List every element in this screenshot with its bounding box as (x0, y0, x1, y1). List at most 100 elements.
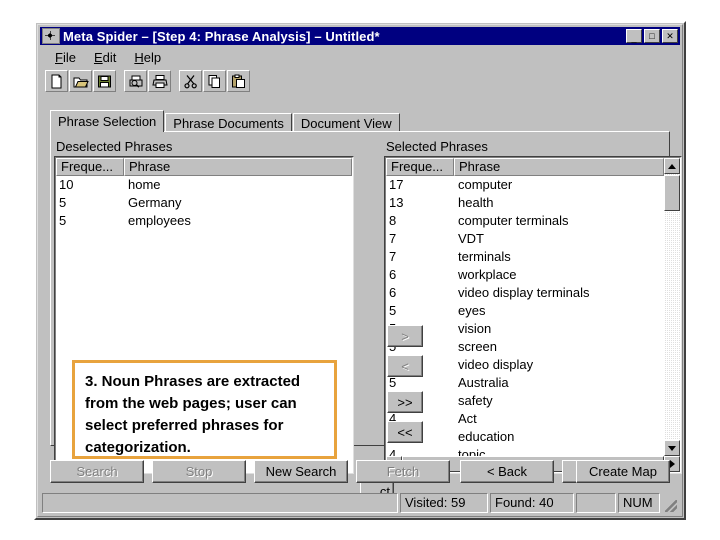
new-search-button[interactable]: New Search (254, 460, 348, 483)
selected-list-body: 17 computer 13 health 8 computer terminals … (386, 176, 664, 456)
search-button[interactable]: Search (50, 460, 144, 483)
selected-list-header: Freque... Phrase (386, 158, 664, 176)
back-button[interactable]: < Back (460, 460, 554, 483)
menu-bar: File Edit Help (40, 47, 680, 67)
table-row[interactable]: 5 employees (56, 212, 352, 230)
wizard-button-bar: Search Stop New Search Fetch < Back Next… (50, 460, 670, 484)
cell-frequency: 17 (389, 177, 404, 192)
table-row[interactable]: 4 topic (386, 446, 664, 456)
column-header-phrase[interactable]: Phrase (454, 158, 664, 176)
maximize-button[interactable]: □ (644, 29, 660, 43)
cell-phrase: topic (458, 447, 486, 456)
table-row[interactable]: 5 Australia (386, 374, 664, 392)
column-header-phrase[interactable]: Phrase (124, 158, 352, 176)
tab-phrase-documents[interactable]: Phrase Documents (165, 113, 292, 132)
paste-icon[interactable] (227, 70, 250, 92)
tab-phrase-selection[interactable]: Phrase Selection (50, 110, 165, 132)
table-row[interactable]: 4education (386, 428, 664, 446)
create-map-button[interactable]: Create Map (576, 460, 670, 483)
table-row[interactable]: 10 home (56, 176, 352, 194)
table-row[interactable]: 5video display (386, 356, 664, 374)
stop-button[interactable]: Stop (152, 460, 246, 483)
cell-frequency: 6 (389, 267, 397, 282)
cell-frequency: 7 (389, 231, 397, 246)
print-preview-icon[interactable] (124, 70, 147, 92)
cell-frequency: 5 (59, 213, 67, 228)
toolbar-file-group (45, 70, 117, 92)
copy-icon[interactable] (203, 70, 226, 92)
table-row[interactable]: 8 computer terminals (386, 212, 664, 230)
cell-frequency: 5 (389, 303, 397, 318)
table-row[interactable]: 7 VDT (386, 230, 664, 248)
move-all-right-button[interactable]: >> (387, 391, 423, 413)
toolbar-print-group (124, 70, 172, 92)
cell-phrase: vision (458, 321, 492, 336)
search-button-label: Search (76, 464, 118, 479)
new-document-icon[interactable] (45, 70, 68, 92)
transfer-button-group: > < >> << (387, 325, 423, 451)
cell-phrase: Germany (128, 195, 182, 210)
close-icon: ✕ (666, 31, 674, 41)
selected-list-inner: Freque... Phrase 17 computer 13 health 8 co… (385, 157, 681, 473)
table-row[interactable]: 5vision (386, 320, 664, 338)
selected-phrases-label: Selected Phrases (386, 139, 488, 154)
selected-phrases-listview[interactable]: Freque... Phrase 17 computer 13 health 8 co… (384, 156, 682, 474)
window-title: Meta Spider – [Step 4: Phrase Analysis] … (63, 28, 380, 44)
selected-list-vertical-scrollbar[interactable] (664, 158, 680, 456)
maximize-icon: □ (649, 31, 655, 41)
cell-phrase: Australia (458, 375, 509, 390)
move-all-left-button[interactable]: << (387, 421, 423, 443)
table-row[interactable]: 13 health (386, 194, 664, 212)
table-row[interactable]: 4safety (386, 392, 664, 410)
scroll-down-icon (668, 445, 676, 451)
menu-item-edit[interactable]: Edit (85, 49, 125, 66)
stop-button-label: Stop (185, 464, 213, 479)
status-num-indicator: NUM (618, 493, 660, 513)
tab-document-view[interactable]: Document View (292, 113, 400, 132)
save-disk-icon[interactable] (93, 70, 116, 92)
resize-grip-icon[interactable] (662, 493, 678, 513)
cell-frequency: 10 (59, 177, 74, 192)
move-right-button[interactable]: > (387, 325, 423, 347)
minimize-button[interactable]: _ (626, 29, 642, 43)
status-bar: Visited: 59 Found: 40 NUM (42, 493, 678, 513)
open-folder-icon[interactable] (69, 70, 92, 92)
scroll-up-button[interactable] (664, 158, 680, 174)
menu-item-file[interactable]: File (46, 49, 85, 66)
callout-annotation: 3. Noun Phrases are extracted from the w… (72, 360, 337, 459)
cell-frequency: 13 (389, 195, 404, 210)
window-controls: _ □ ✕ (626, 29, 678, 43)
vertical-scroll-thumb[interactable] (664, 175, 680, 211)
status-message (42, 493, 398, 513)
table-row[interactable]: 5screen (386, 338, 664, 356)
cell-frequency: 5 (59, 195, 67, 210)
move-left-button[interactable]: < (387, 355, 423, 377)
print-icon[interactable] (148, 70, 171, 92)
table-row[interactable]: 5 eyes (386, 302, 664, 320)
status-spacer (576, 493, 616, 513)
table-row[interactable]: 6 video display terminals (386, 284, 664, 302)
table-row[interactable]: 17 computer (386, 176, 664, 194)
cell-phrase: screen (458, 339, 498, 354)
scroll-down-button[interactable] (664, 440, 680, 456)
table-row[interactable]: 5 Germany (56, 194, 352, 212)
fetch-button[interactable]: Fetch (356, 460, 450, 483)
vertical-scroll-track[interactable] (664, 174, 680, 440)
column-header-frequency[interactable]: Freque... (386, 158, 454, 176)
menu-item-help[interactable]: Help (125, 49, 170, 66)
cut-scissors-icon[interactable] (179, 70, 202, 92)
toolbar (40, 67, 680, 95)
close-button[interactable]: ✕ (662, 29, 678, 43)
cell-frequency: 8 (389, 213, 397, 228)
cell-frequency: 7 (389, 249, 397, 264)
menu-edit-rest: dit (102, 49, 117, 65)
menu-file-rest: ile (62, 49, 76, 65)
create-map-button-label: Create Map (589, 464, 657, 479)
cell-phrase: video display (458, 357, 534, 372)
column-header-frequency[interactable]: Freque... (56, 158, 124, 176)
cell-phrase: computer (458, 177, 513, 192)
table-row[interactable]: 7 terminals (386, 248, 664, 266)
table-row[interactable]: 4 Act (386, 410, 664, 428)
table-row[interactable]: 6 workplace (386, 266, 664, 284)
toolbar-edit-group (179, 70, 251, 92)
